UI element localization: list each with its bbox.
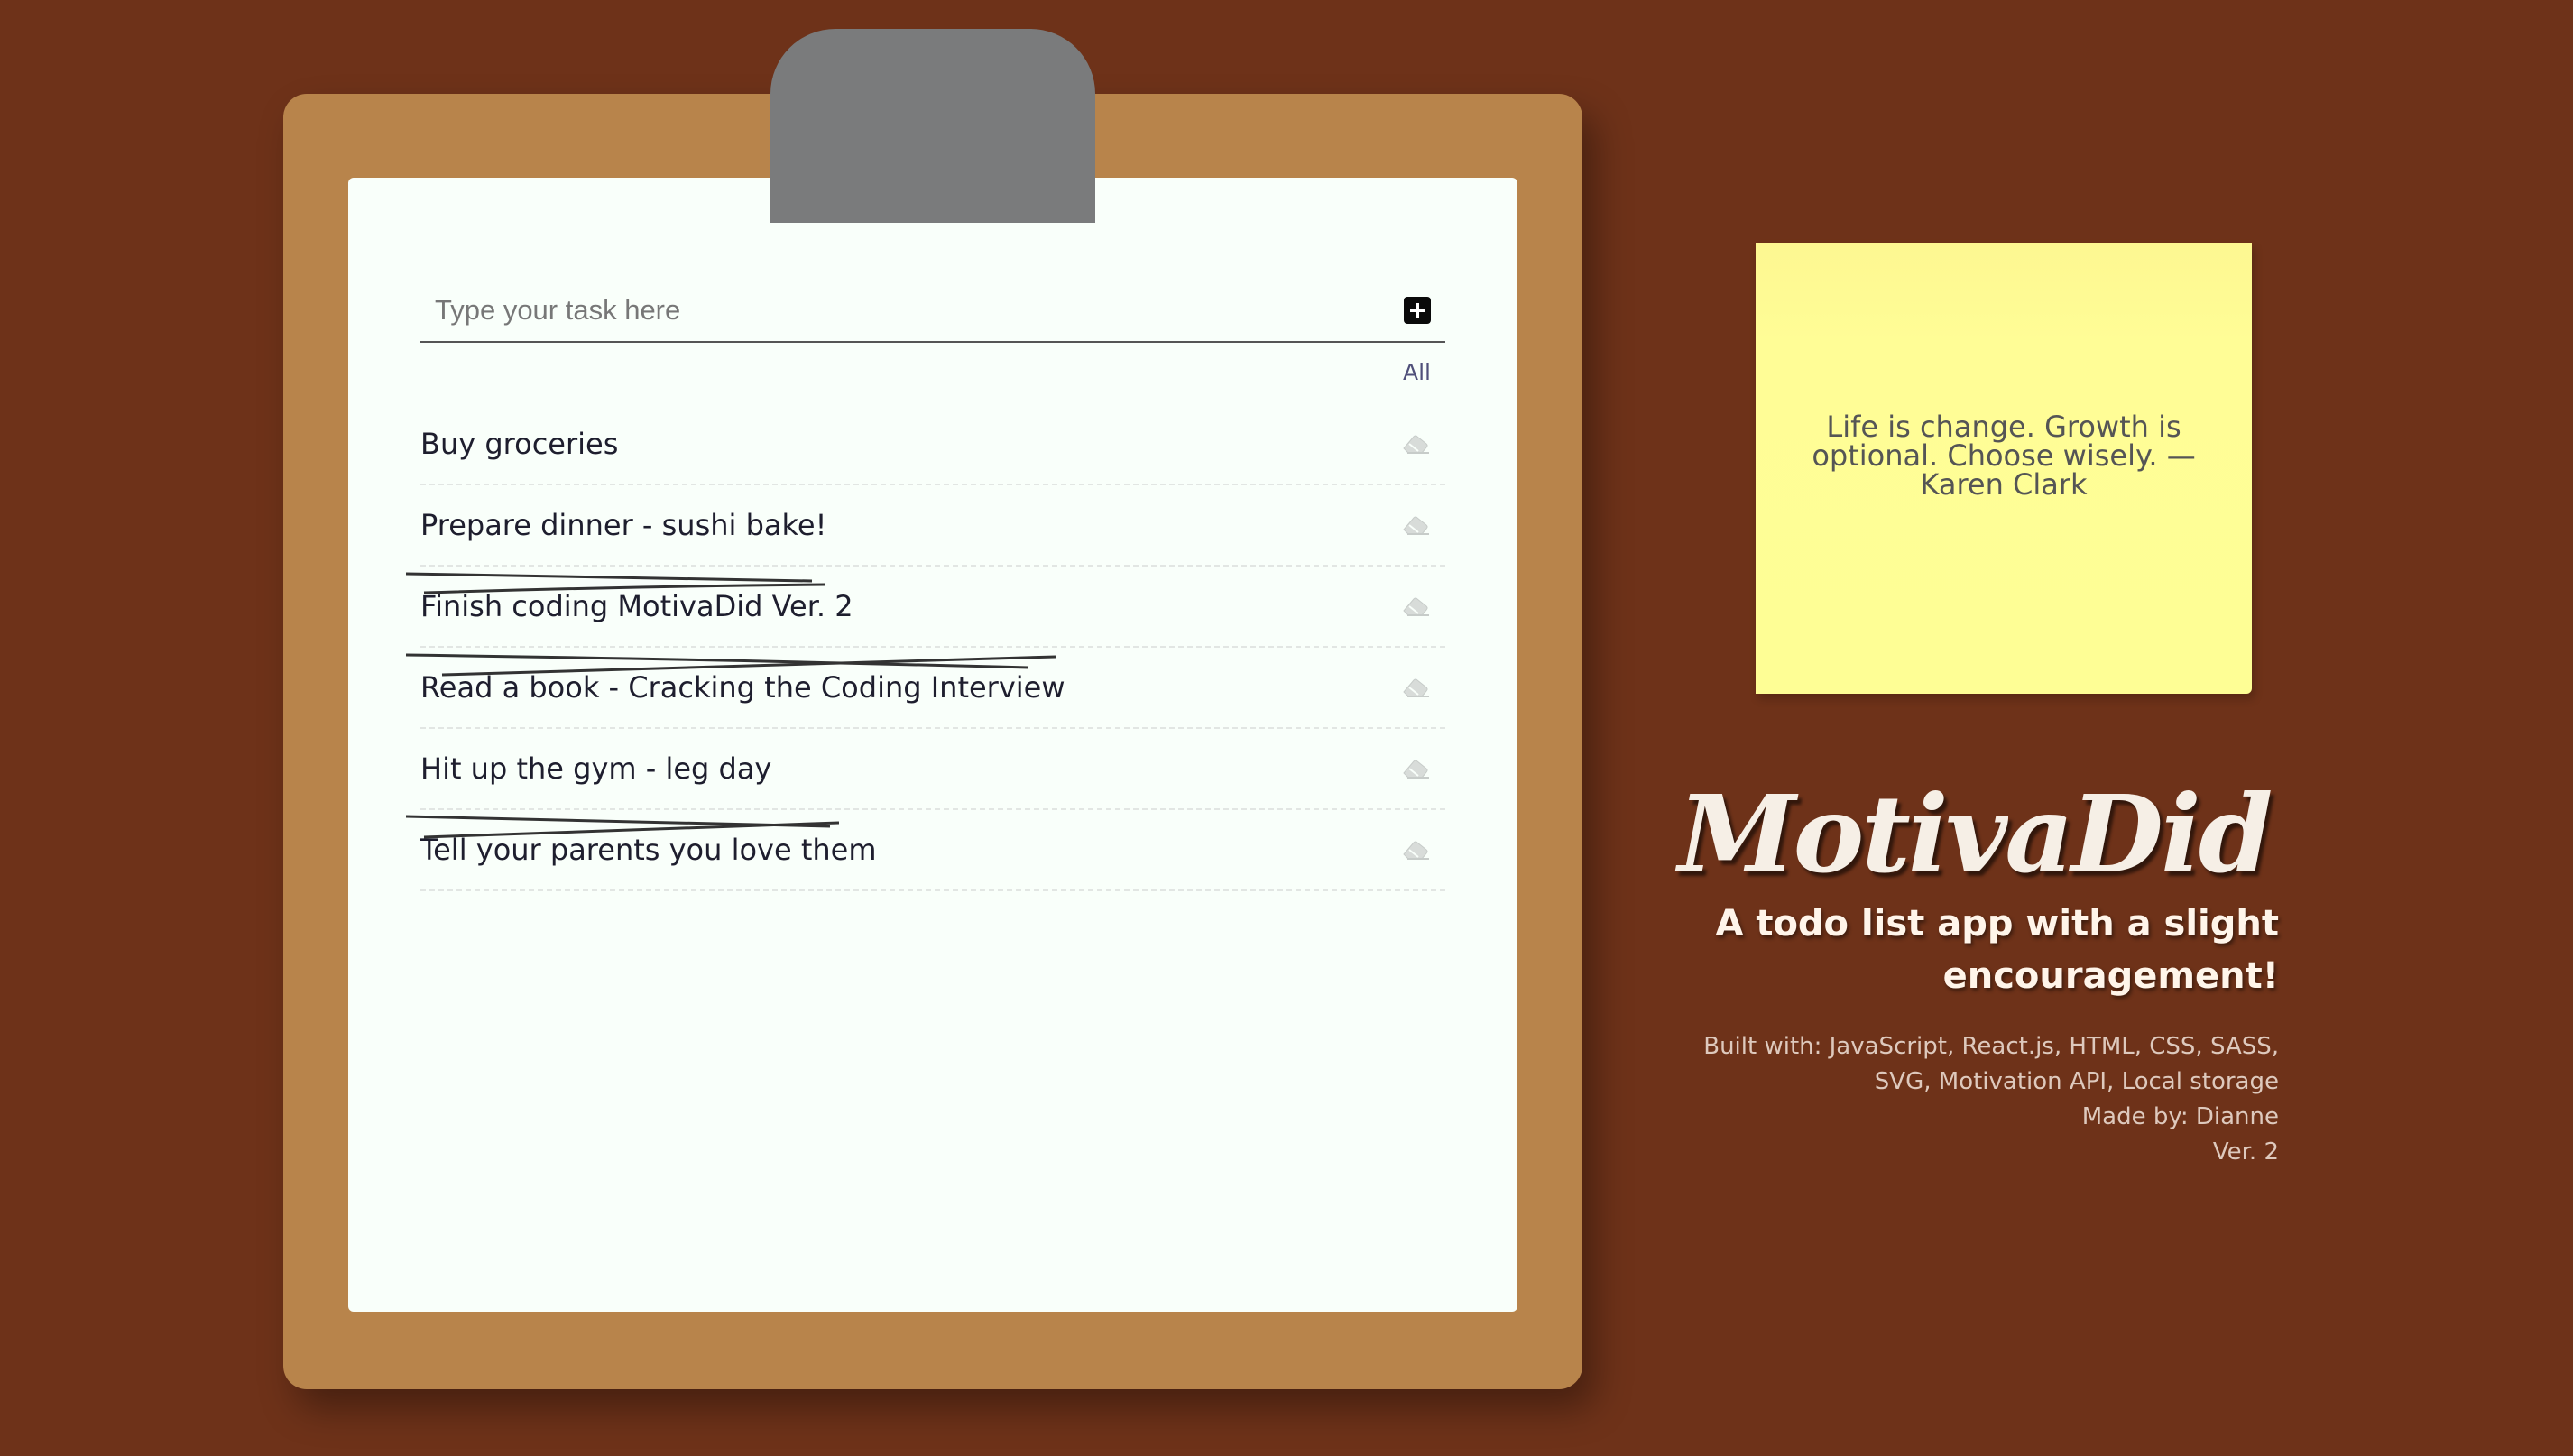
filter-all-button[interactable]: All: [1353, 359, 1431, 385]
app-stage: All Buy groceries Prepare dinner - sushi…: [0, 0, 2573, 1456]
eraser-icon[interactable]: [1398, 757, 1433, 780]
task-label[interactable]: Hit up the gym - leg day: [420, 751, 771, 786]
made-by: Made by: Dianne: [2081, 1103, 2279, 1130]
built-with-line-2: SVG, Motivation API, Local storage: [1874, 1068, 2279, 1095]
app-title: MotivaDid: [1678, 771, 2273, 897]
task-item: Read a book - Cracking the Coding Interv…: [406, 648, 1445, 729]
task-item: Prepare dinner - sushi bake!: [420, 485, 1445, 567]
eraser-icon[interactable]: [1398, 838, 1433, 862]
task-item: Buy groceries: [420, 404, 1445, 485]
task-input[interactable]: [420, 281, 1404, 339]
version: Ver. 2: [2212, 1138, 2279, 1166]
eraser-icon[interactable]: [1398, 676, 1433, 699]
eraser-icon[interactable]: [1398, 513, 1433, 537]
task-item: Hit up the gym - leg day: [420, 729, 1445, 810]
task-label[interactable]: Prepare dinner - sushi bake!: [420, 508, 826, 542]
tagline-line-2: encouragement!: [1942, 955, 2279, 997]
motivation-quote: Life is change. Growth is optional. Choo…: [1812, 410, 2196, 502]
task-label[interactable]: Read a book - Cracking the Coding Interv…: [420, 670, 1065, 705]
task-list: Buy groceries Prepare dinner - sushi bak…: [406, 404, 1445, 891]
task-label[interactable]: Tell your parents you love them: [420, 833, 877, 867]
task-label[interactable]: Buy groceries: [420, 427, 618, 461]
sticky-note: Life is change. Growth is optional. Choo…: [1756, 243, 2252, 694]
clipboard-clip: [770, 29, 1095, 223]
task-item: Finish coding MotivaDid Ver. 2: [406, 567, 1445, 648]
built-with-line-1: Built with: JavaScript, React.js, HTML, …: [1703, 1033, 2279, 1060]
task-form: [420, 280, 1445, 343]
task-item: Tell your parents you love them: [406, 810, 1445, 891]
task-label[interactable]: Finish coding MotivaDid Ver. 2: [420, 589, 853, 623]
tagline-line-1: A todo list app with a slight: [1715, 903, 2279, 945]
eraser-icon[interactable]: [1398, 594, 1433, 618]
app-tagline: A todo list app with a slight encouragem…: [1678, 898, 2279, 1002]
app-meta: Built with: JavaScript, React.js, HTML, …: [1678, 1029, 2279, 1170]
app-info: MotivaDid A todo list app with a slight …: [1678, 771, 2279, 1170]
add-task-button[interactable]: [1404, 297, 1431, 324]
eraser-icon[interactable]: [1398, 432, 1433, 456]
